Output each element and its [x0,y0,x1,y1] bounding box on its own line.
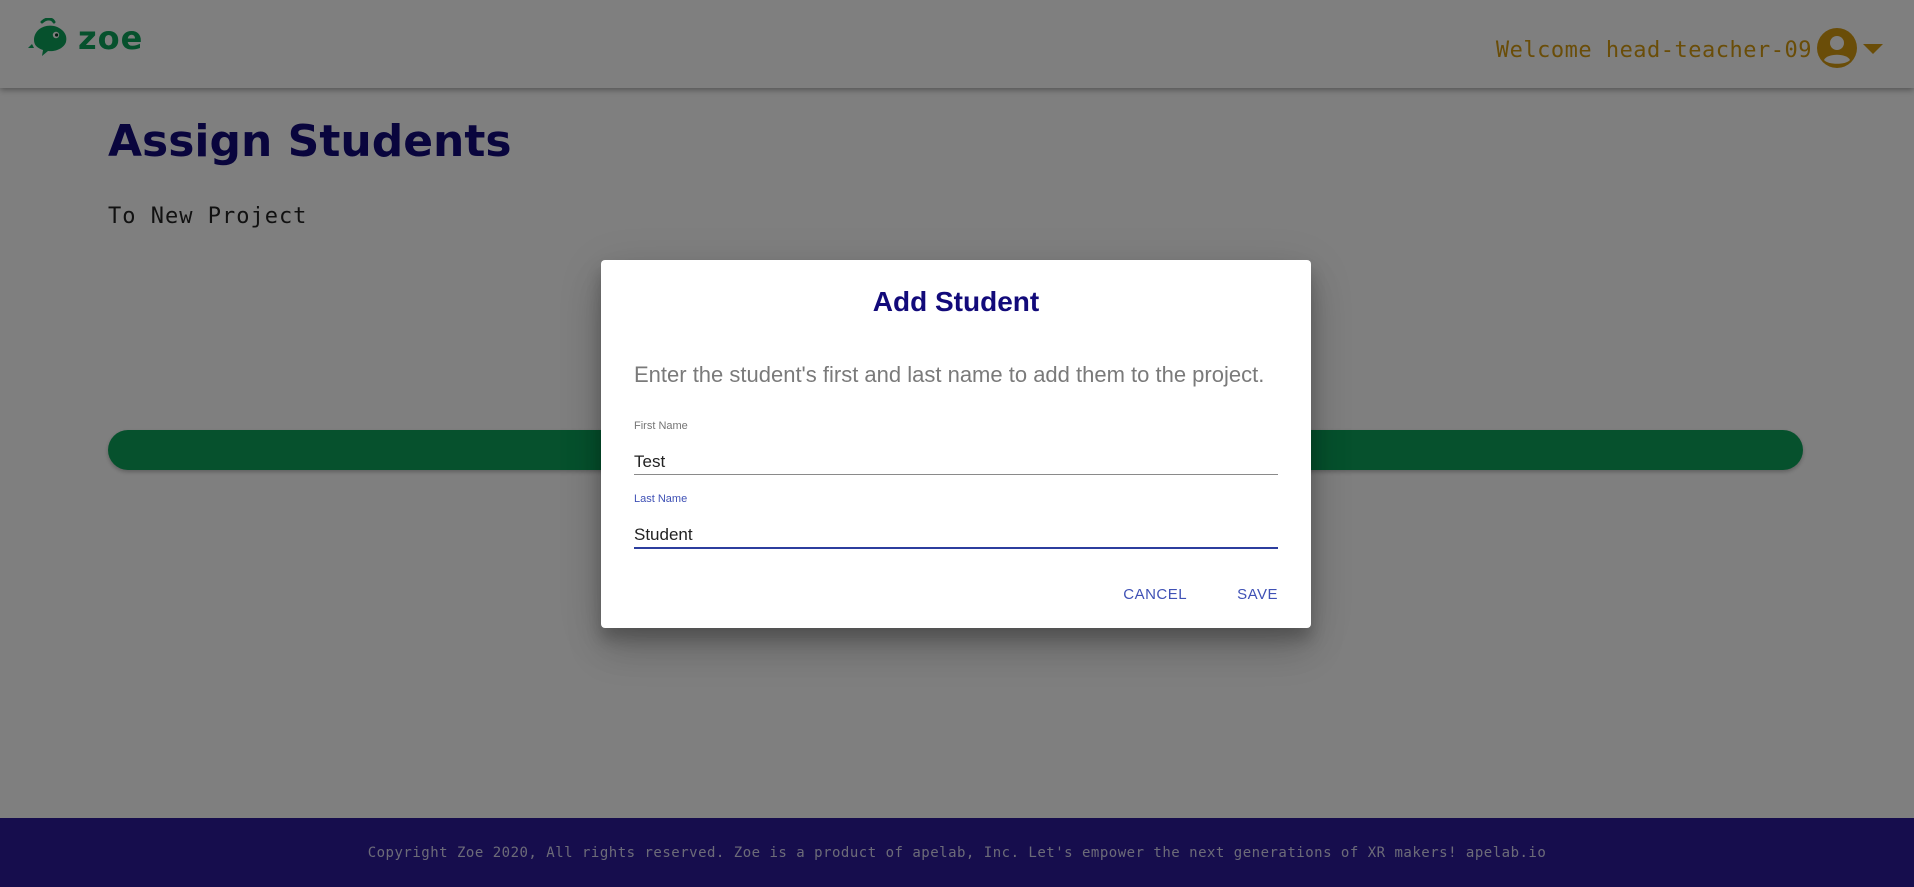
last-name-field: Last Name [634,493,1278,549]
cancel-button[interactable]: CANCEL [1123,586,1187,603]
page: zoe Welcome head-teacher-09 Assign Stude… [0,0,1914,887]
first-name-input[interactable] [634,452,1278,475]
first-name-field: First Name [634,420,1278,475]
dialog-title: Add Student [872,286,1040,317]
save-button[interactable]: SAVE [1237,586,1278,603]
last-name-label: Last Name [634,493,688,505]
first-name-label: First Name [634,420,688,432]
dialog-actions: CANCEL SAVE [1123,586,1278,603]
add-student-dialog: Add Student Enter the student's first an… [601,260,1311,628]
dialog-description: Enter the student's first and last name … [634,362,1265,387]
last-name-input[interactable] [634,525,1278,549]
